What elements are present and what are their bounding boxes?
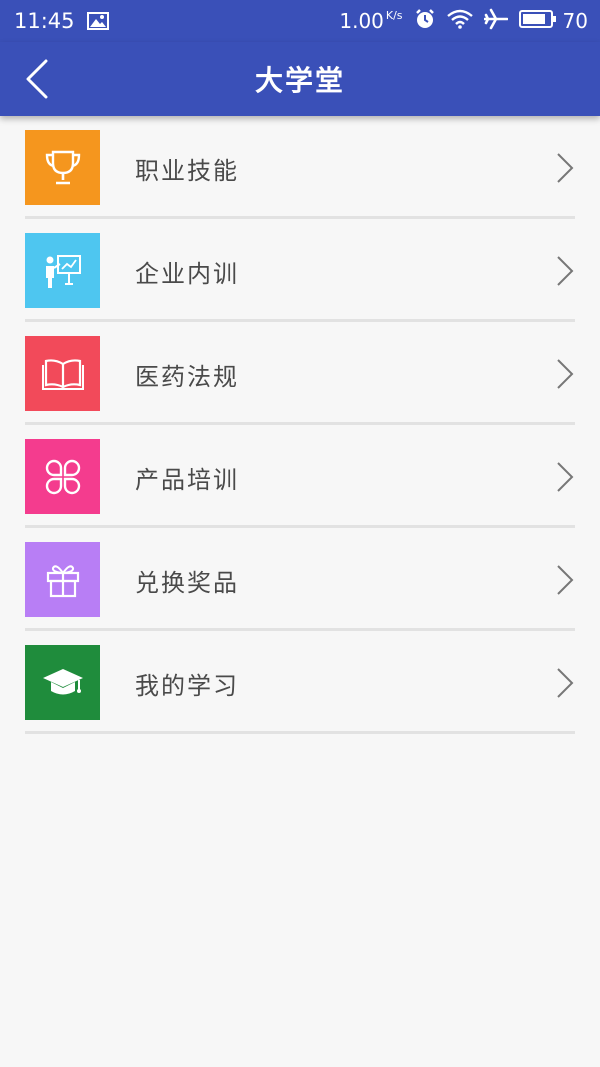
status-bar-left: 11:45 — [14, 9, 109, 33]
book-icon — [41, 358, 84, 390]
airplane-icon — [483, 8, 508, 34]
menu-item-label: 企业内训 — [135, 260, 239, 288]
menu-item-career-skills[interactable]: 职业技能 — [25, 116, 575, 219]
presenter-icon — [45, 254, 81, 288]
chevron-right-icon — [557, 565, 574, 595]
gift-icon — [46, 564, 79, 597]
menu-item-label: 医药法规 — [135, 363, 239, 391]
menu-item-tile — [25, 542, 100, 617]
menu-item-tile — [25, 439, 100, 514]
status-time: 11:45 — [14, 9, 75, 33]
menu-list: 职业技能 企业内训 医药法规 产品培训 兑换奖品 我的学习 — [25, 116, 575, 734]
menu-item-redeem-prizes[interactable]: 兑换奖品 — [25, 528, 575, 631]
menu-item-tile — [25, 645, 100, 720]
trophy-icon — [45, 150, 80, 184]
chevron-right-icon — [557, 153, 574, 183]
menu-item-pharma-regulations[interactable]: 医药法规 — [25, 322, 575, 425]
wifi-icon — [446, 9, 473, 33]
battery-icon — [518, 9, 557, 33]
image-icon — [86, 12, 109, 30]
status-bar: 11:45 1.00 K/s 70 — [0, 0, 600, 42]
menu-item-tile — [25, 130, 100, 205]
menu-item-tile — [25, 336, 100, 411]
menu-item-label: 兑换奖品 — [135, 569, 239, 597]
chevron-right-icon — [557, 668, 574, 698]
network-speed-unit: K/s — [385, 9, 403, 22]
chevron-right-icon — [557, 256, 574, 286]
menu-item-product-training[interactable]: 产品培训 — [25, 425, 575, 528]
status-bar-right: 1.00 K/s 70 — [328, 8, 588, 34]
battery-percent: 70 — [562, 9, 588, 33]
menu-item-label: 产品培训 — [135, 466, 239, 494]
menu-item-corporate-training[interactable]: 企业内训 — [25, 219, 575, 322]
menu-item-tile — [25, 233, 100, 308]
app-bar: 大学堂 — [0, 42, 600, 116]
page-title: 大学堂 — [254, 64, 345, 97]
chevron-right-icon — [557, 462, 574, 492]
menu-item-label: 职业技能 — [135, 157, 239, 185]
menu-item-label: 我的学习 — [135, 672, 239, 700]
network-speed: 1.00 K/s — [339, 9, 402, 33]
alarm-icon — [414, 8, 436, 34]
chevron-right-icon — [557, 359, 574, 389]
network-speed-value: 1.00 — [339, 9, 384, 33]
graduation-cap-icon — [42, 668, 83, 694]
menu-item-my-learning[interactable]: 我的学习 — [25, 631, 575, 734]
clover-icon — [45, 459, 80, 494]
